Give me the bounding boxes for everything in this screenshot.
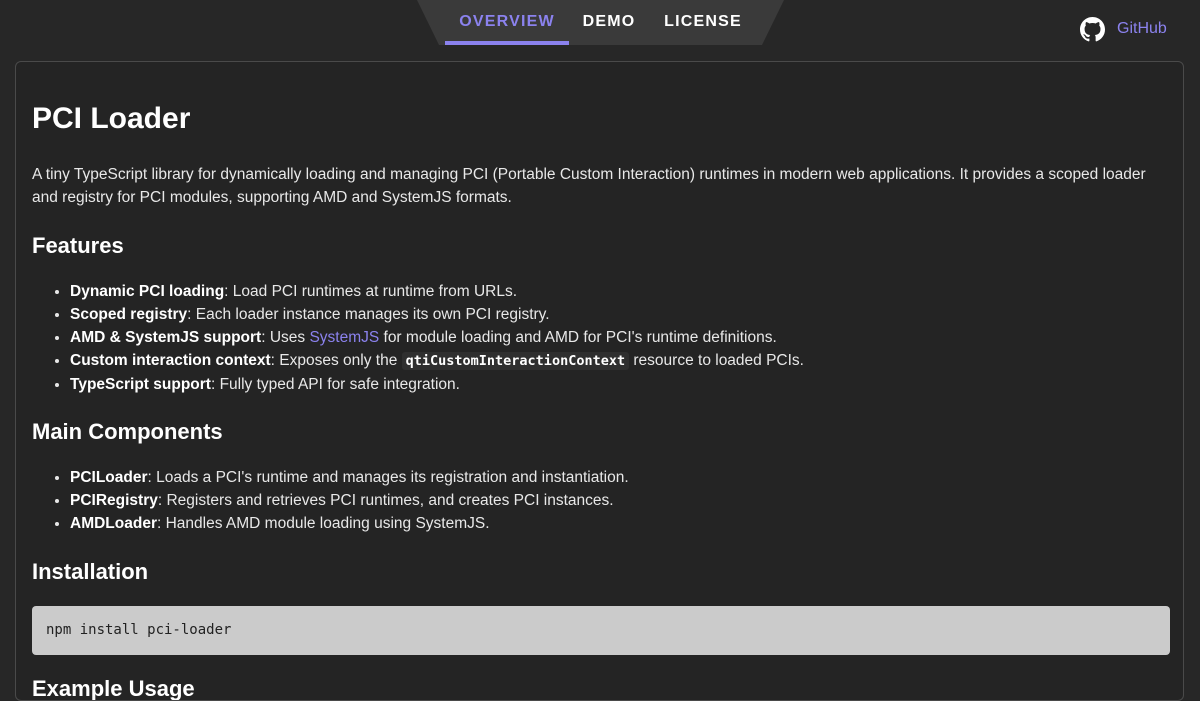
- component-text: : Handles AMD module loading using Syste…: [156, 515, 490, 532]
- component-name: PCIRegistry: [70, 492, 158, 509]
- feature-name: AMD & SystemJS support: [70, 329, 262, 346]
- component-item: PCIRegistry: Registers and retrieves PCI…: [70, 489, 629, 512]
- feature-text: for module loading and AMD for PCI's run…: [379, 329, 777, 346]
- installation-heading: Installation: [32, 559, 149, 584]
- install-code-block[interactable]: npm install pci-loader: [32, 606, 1170, 655]
- github-link[interactable]: GitHub: [1080, 16, 1167, 42]
- feature-text: : Exposes only the: [270, 352, 402, 369]
- feature-item: Scoped registry: Each loader instance ma…: [70, 303, 804, 326]
- systemjs-link[interactable]: SystemJS: [309, 329, 379, 346]
- page-title: PCI Loader: [32, 102, 191, 135]
- components-heading: Main Components: [32, 419, 223, 444]
- tab-bar: OVERVIEW DEMO LICENSE: [417, 0, 784, 45]
- github-label: GitHub: [1117, 20, 1167, 37]
- feature-text: : Uses: [261, 329, 310, 346]
- active-tab-indicator: [445, 41, 569, 45]
- feature-text: resource to loaded PCIs.: [629, 352, 804, 369]
- intro-paragraph: A tiny TypeScript library for dynamicall…: [32, 166, 1146, 206]
- feature-name: Dynamic PCI loading: [70, 283, 225, 300]
- component-item: AMDLoader: Handles AMD module loading us…: [70, 512, 629, 535]
- tab-overview[interactable]: OVERVIEW: [445, 0, 569, 45]
- features-heading: Features: [32, 233, 124, 258]
- components-list: PCILoader: Loads a PCI's runtime and man…: [32, 466, 629, 535]
- example-usage-heading: Example Usage: [32, 676, 195, 701]
- feature-text: : Load PCI runtimes at runtime from URLs…: [224, 283, 518, 300]
- github-icon: [1080, 16, 1105, 42]
- tab-demo[interactable]: DEMO: [569, 0, 649, 45]
- feature-item: Custom interaction context: Exposes only…: [70, 349, 804, 373]
- readme-panel: PCI Loader A tiny TypeScript library for…: [15, 61, 1184, 701]
- feature-text: : Each loader instance manages its own P…: [187, 306, 550, 323]
- top-navigation: OVERVIEW DEMO LICENSE GitHub: [0, 0, 1200, 56]
- feature-text: : Fully typed API for safe integration.: [210, 376, 460, 393]
- feature-item: Dynamic PCI loading: Load PCI runtimes a…: [70, 280, 804, 303]
- feature-name: TypeScript support: [70, 376, 211, 393]
- inline-code: qtiCustomInteractionContext: [401, 352, 630, 370]
- component-text: : Registers and retrieves PCI runtimes, …: [157, 492, 614, 509]
- feature-name: Scoped registry: [70, 306, 188, 323]
- component-name: PCILoader: [70, 469, 148, 486]
- feature-name: Custom interaction context: [70, 352, 271, 369]
- component-text: : Loads a PCI's runtime and manages its …: [147, 469, 629, 486]
- feature-item: TypeScript support: Fully typed API for …: [70, 373, 804, 396]
- features-list: Dynamic PCI loading: Load PCI runtimes a…: [32, 280, 804, 396]
- component-item: PCILoader: Loads a PCI's runtime and man…: [70, 466, 629, 489]
- tab-license[interactable]: LICENSE: [653, 0, 753, 45]
- feature-item: AMD & SystemJS support: Uses SystemJS fo…: [70, 326, 804, 349]
- component-name: AMDLoader: [70, 515, 157, 532]
